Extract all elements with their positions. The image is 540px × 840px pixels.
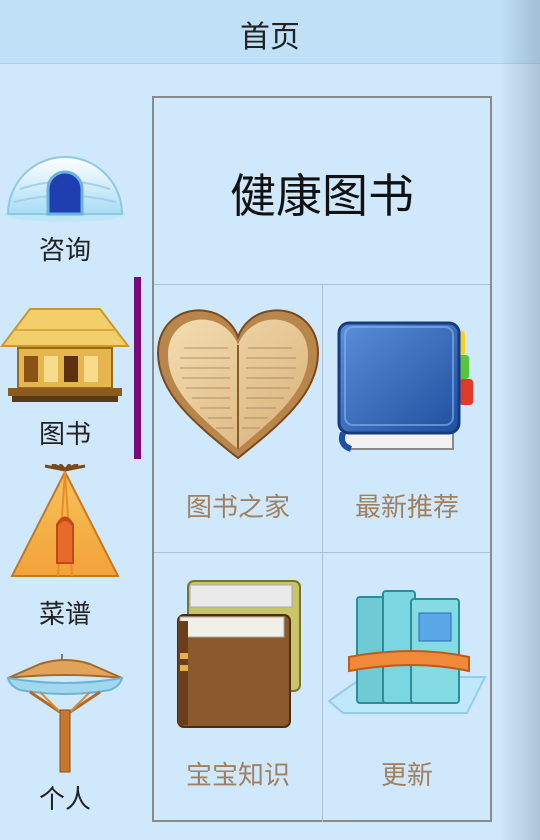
edge-shadow xyxy=(500,0,540,840)
grid-item-label: 宝宝知识 xyxy=(185,761,290,791)
books-update-icon xyxy=(327,590,487,714)
heart-book-icon xyxy=(156,309,320,460)
sidebar: 咨询 图书 菜谱 个人 xyxy=(0,64,150,840)
grid-item-label: 图书之家 xyxy=(185,493,290,523)
sidebar-item-label: 菜谱 xyxy=(38,600,91,630)
grid-item-label: 更新 xyxy=(380,761,433,791)
grid-item-book-home[interactable]: 图书之家 xyxy=(154,285,322,553)
sidebar-item-personal[interactable]: 个人 xyxy=(0,654,130,834)
active-indicator xyxy=(134,277,141,459)
watchtower-icon xyxy=(6,654,124,773)
content-panel: 健康图书 图书之家 最新推荐 宝宝知识 更新 xyxy=(152,96,492,822)
pavilion-icon xyxy=(0,308,130,402)
panel-title: 健康图书 xyxy=(230,169,414,223)
tipi-icon xyxy=(10,464,120,577)
sidebar-item-consult[interactable]: 咨询 xyxy=(0,134,130,314)
sidebar-item-label: 个人 xyxy=(38,785,91,815)
grid-item-update[interactable]: 更新 xyxy=(323,553,491,821)
sidebar-item-recipes[interactable]: 菜谱 xyxy=(0,464,130,644)
sidebar-item-label: 图书 xyxy=(38,420,91,450)
grid-item-baby-knowledge[interactable]: 宝宝知识 xyxy=(154,553,322,821)
grid-item-label: 最新推荐 xyxy=(354,493,459,523)
sidebar-item-books[interactable]: 图书 xyxy=(0,304,130,484)
grid-item-latest-recommend[interactable]: 最新推荐 xyxy=(323,285,491,553)
blue-book-icon xyxy=(337,321,473,452)
book-stack-icon xyxy=(177,580,301,728)
top-bar: 首页 xyxy=(0,0,540,64)
page-title: 首页 xyxy=(240,20,300,55)
sidebar-item-label: 咨询 xyxy=(38,236,91,266)
